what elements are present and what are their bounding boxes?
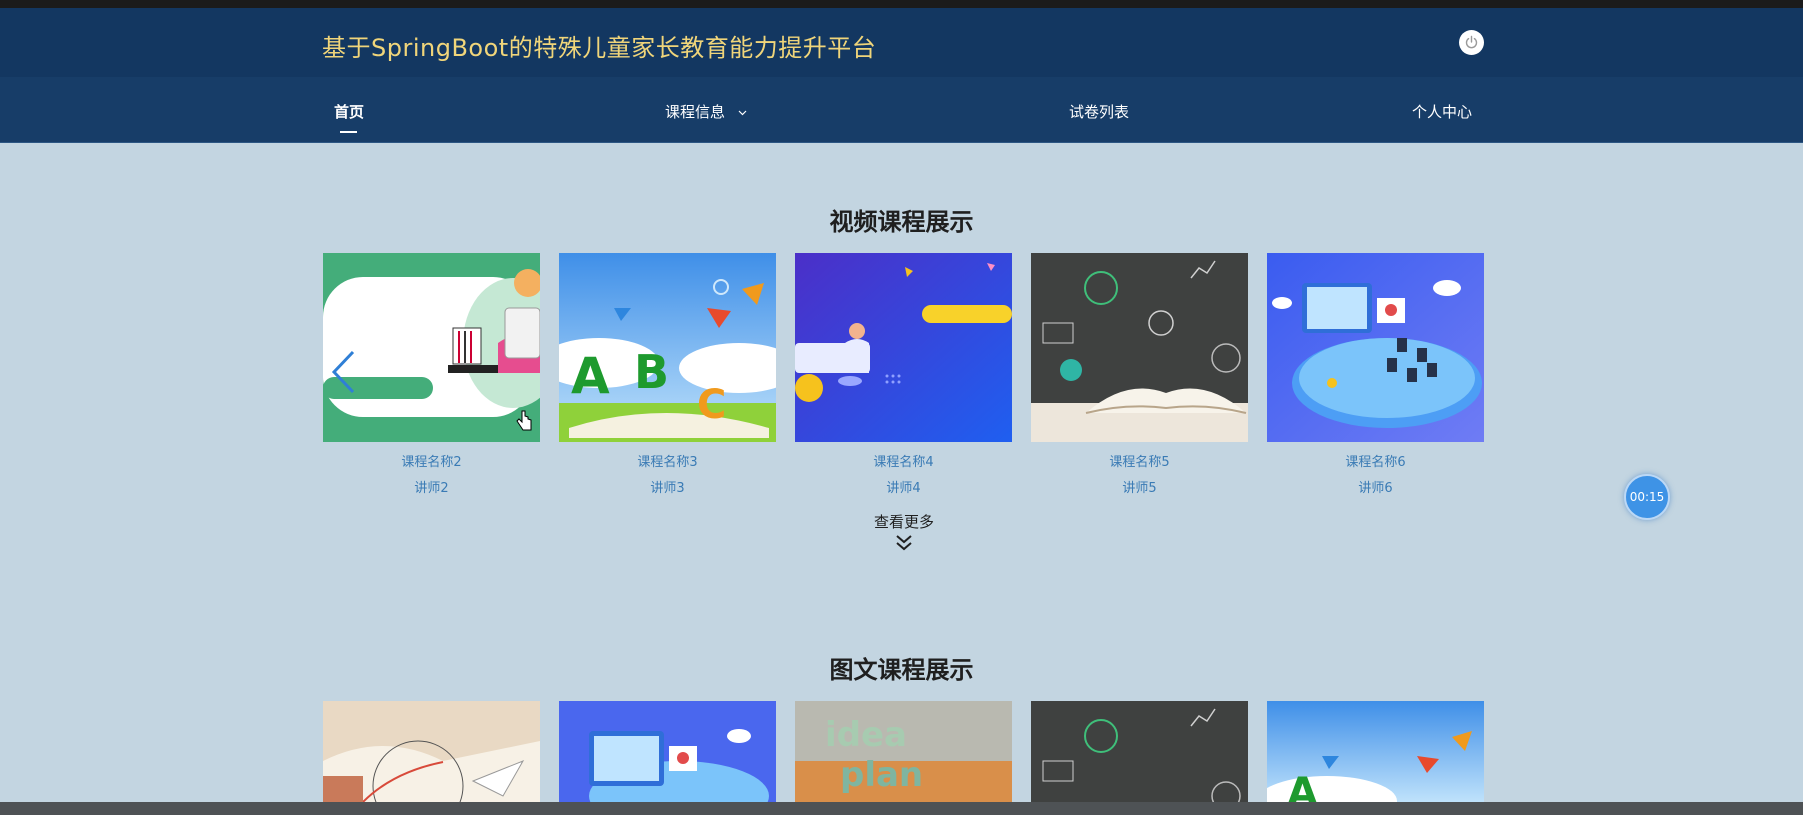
timer-badge[interactable]: 00:15 <box>1624 474 1670 520</box>
article-card[interactable]: A <box>1267 701 1484 802</box>
svg-text:C: C <box>697 382 726 428</box>
course-name[interactable]: 课程名称2 <box>323 451 540 470</box>
active-indicator <box>340 131 357 133</box>
svg-text:A: A <box>571 347 610 405</box>
nav-course-info-label: 课程信息 <box>665 103 726 121</box>
svg-text:idea: idea <box>825 715 907 755</box>
main-nav: 首页 课程信息 试卷列表 个人中心 <box>0 77 1803 143</box>
nav-home-label: 首页 <box>334 103 365 121</box>
course-thumbnail <box>1267 253 1484 442</box>
nav-course-info[interactable]: 课程信息 <box>665 101 747 122</box>
course-thumbnail <box>1031 253 1248 442</box>
course-teacher: 讲师5 <box>1122 481 1157 496</box>
hand-cursor-icon <box>516 410 532 431</box>
course-teacher: 讲师4 <box>886 481 921 496</box>
nav-personal-center[interactable]: 个人中心 <box>1412 101 1472 122</box>
double-chevron-down-icon <box>896 535 912 551</box>
svg-text:plan: plan <box>840 755 923 795</box>
nav-home[interactable]: 首页 <box>334 101 365 133</box>
course-thumbnail <box>323 701 540 802</box>
svg-text:B: B <box>634 345 669 399</box>
course-card[interactable]: 课程名称5 讲师5 <box>1031 253 1248 496</box>
course-name[interactable]: 课程名称4 <box>795 451 1012 470</box>
course-thumbnail <box>1031 701 1248 802</box>
course-thumbnail: A <box>1267 701 1484 802</box>
course-thumbnail <box>323 253 540 442</box>
carousel-prev-button[interactable] <box>330 350 356 398</box>
window-top-edge <box>0 0 1803 8</box>
course-thumbnail: idea plan <box>795 701 1012 802</box>
course-name[interactable]: 课程名称6 <box>1267 451 1484 470</box>
course-thumbnail <box>795 253 1012 442</box>
article-card[interactable] <box>559 701 776 802</box>
course-thumbnail <box>559 701 776 802</box>
nav-exam-list[interactable]: 试卷列表 <box>1069 101 1129 122</box>
course-name[interactable]: 课程名称3 <box>559 451 776 470</box>
course-card[interactable]: A B C 课程名称3 讲师3 <box>559 253 776 496</box>
course-teacher: 讲师3 <box>650 481 685 496</box>
site-header: 基于SpringBoot的特殊儿童家长教育能力提升平台 <box>0 8 1803 77</box>
course-card[interactable]: 课程名称4 讲师4 <box>795 253 1012 496</box>
article-card[interactable] <box>1031 701 1248 802</box>
article-card[interactable] <box>323 701 540 802</box>
course-name[interactable]: 课程名称5 <box>1031 451 1248 470</box>
course-teacher: 讲师2 <box>414 481 449 496</box>
svg-text:A: A <box>1287 770 1318 802</box>
video-section-title: 视频课程展示 <box>829 208 974 236</box>
course-card[interactable]: 课程名称6 讲师6 <box>1267 253 1484 496</box>
chevron-left-icon <box>331 350 355 394</box>
site-title: 基于SpringBoot的特殊儿童家长教育能力提升平台 <box>322 34 877 62</box>
course-teacher: 讲师6 <box>1358 481 1393 496</box>
view-more-button[interactable]: 查看更多 <box>842 511 966 552</box>
view-more-label: 查看更多 <box>873 513 934 531</box>
logout-button[interactable] <box>1459 30 1484 55</box>
course-thumbnail: A B C <box>559 253 776 442</box>
article-section-title: 图文课程展示 <box>829 656 974 684</box>
chevron-down-icon <box>738 110 747 115</box>
nav-exam-list-label: 试卷列表 <box>1069 103 1130 121</box>
article-card[interactable]: idea plan <box>795 701 1012 802</box>
video-player-bar <box>0 802 1803 815</box>
nav-personal-center-label: 个人中心 <box>1412 103 1473 121</box>
power-icon <box>1465 35 1478 49</box>
